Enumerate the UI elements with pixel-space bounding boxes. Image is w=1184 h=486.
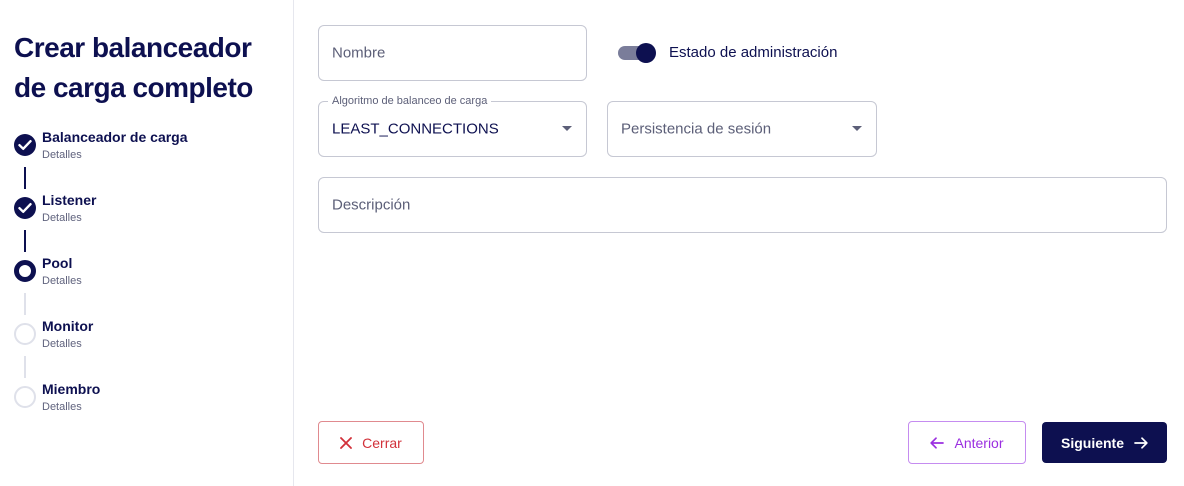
step-pool[interactable]: Pool Detalles (14, 255, 284, 295)
step-load-balancer[interactable]: Balanceador de carga Detalles (14, 129, 284, 169)
check-icon (14, 134, 36, 156)
create-load-balancer-wizard: Crear balanceador de carga completo Bala… (0, 0, 1184, 486)
step-title: Pool (42, 255, 73, 271)
description-placeholder: Descripción (332, 196, 411, 214)
step-subtitle: Detalles (42, 401, 82, 413)
pending-step-icon (14, 323, 36, 345)
chevron-down-icon (562, 126, 572, 131)
arrow-right-icon (1134, 436, 1148, 449)
step-subtitle: Detalles (42, 275, 82, 287)
name-placeholder: Nombre (332, 44, 386, 62)
algorithm-value: LEAST_CONNECTIONS (332, 120, 499, 138)
step-monitor[interactable]: Monitor Detalles (14, 318, 284, 358)
close-icon (340, 436, 353, 449)
check-icon (14, 197, 36, 219)
next-button[interactable]: Siguiente (1042, 422, 1167, 463)
step-connector (24, 167, 26, 189)
step-subtitle: Detalles (42, 338, 82, 350)
step-title: Monitor (42, 318, 94, 334)
step-title: Listener (42, 192, 97, 208)
page-title-line-1: Crear balanceador (14, 32, 252, 63)
name-input[interactable]: Nombre (318, 25, 587, 81)
step-connector (24, 230, 26, 252)
previous-button-label: Anterior (954, 434, 1004, 451)
arrow-left-icon (930, 436, 945, 449)
previous-button[interactable]: Anterior (908, 421, 1026, 464)
algorithm-select[interactable]: Algoritmo de balanceo de carga LEAST_CON… (318, 95, 587, 157)
page-title-line-2: de carga completo (14, 72, 253, 103)
close-button-label: Cerrar (362, 434, 402, 451)
step-subtitle: Detalles (42, 149, 82, 161)
admin-state-label: Estado de administración (669, 44, 838, 61)
page-title: Crear balanceador de carga completo (14, 28, 284, 108)
next-button-label: Siguiente (1060, 434, 1124, 451)
session-persistence-select[interactable]: Persistencia de sesión (607, 101, 877, 157)
admin-state-toggle[interactable] (618, 42, 656, 64)
current-step-icon (14, 260, 36, 282)
step-connector (24, 293, 26, 315)
wizard-sidebar: Crear balanceador de carga completo Bala… (0, 0, 294, 486)
toggle-thumb (636, 43, 656, 63)
step-member[interactable]: Miembro Detalles (14, 381, 284, 421)
chevron-down-icon (852, 126, 862, 131)
close-button[interactable]: Cerrar (318, 421, 424, 464)
step-connector (24, 356, 26, 378)
step-subtitle: Detalles (42, 212, 82, 224)
description-input[interactable]: Descripción (318, 177, 1167, 233)
session-persistence-placeholder: Persistencia de sesión (621, 120, 772, 138)
pending-step-icon (14, 386, 36, 408)
algorithm-label: Algoritmo de balanceo de carga (328, 95, 492, 107)
step-listener[interactable]: Listener Detalles (14, 192, 284, 232)
step-title: Miembro (42, 381, 101, 397)
step-title: Balanceador de carga (42, 129, 188, 145)
